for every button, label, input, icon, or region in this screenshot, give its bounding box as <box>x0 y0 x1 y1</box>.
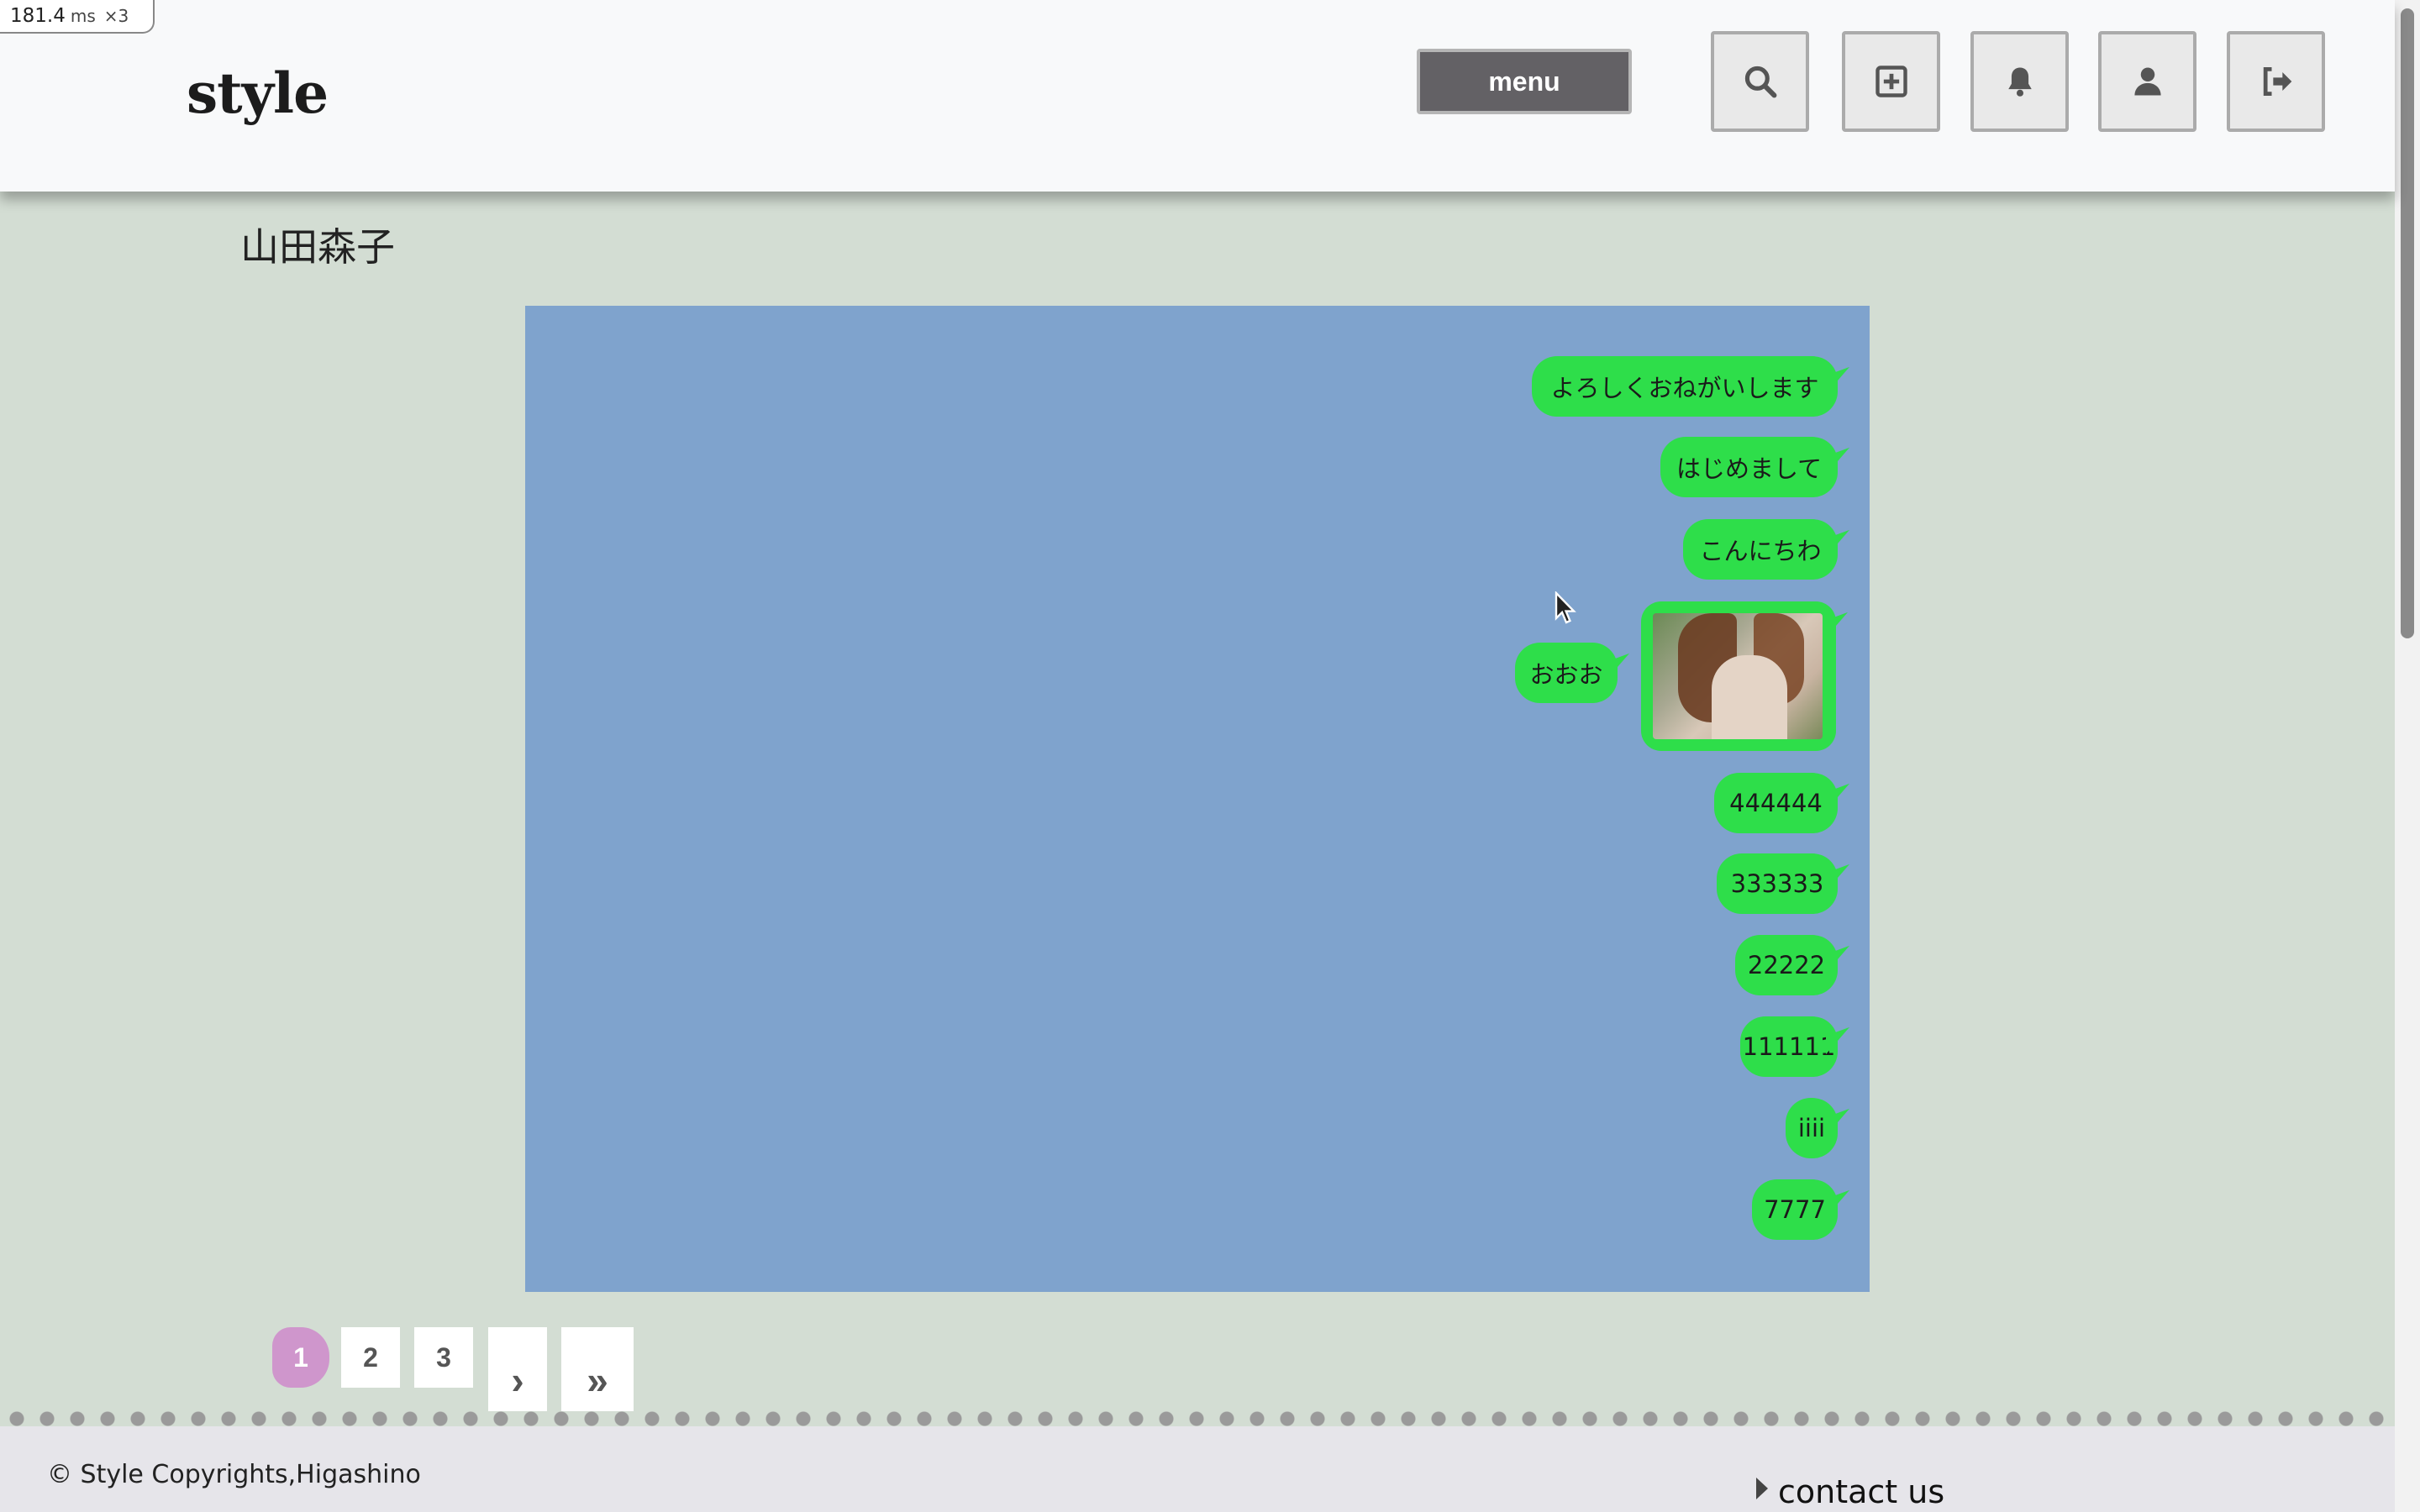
contact-label: contact us <box>1778 1473 1945 1510</box>
chat-message: iiii <box>1786 1098 1838 1158</box>
caret-right-icon <box>1756 1478 1768 1499</box>
chat-message: はじめまして <box>1660 437 1838 497</box>
chat-message: 111111 <box>1740 1016 1838 1077</box>
chat-image-message[interactable] <box>1641 601 1836 751</box>
user-icon <box>2133 67 2161 96</box>
search-icon <box>1744 66 1776 98</box>
next-page-button[interactable]: › <box>488 1327 547 1411</box>
chat-message: おおお <box>1515 643 1618 703</box>
contact-link[interactable]: contact us <box>1756 1473 1944 1510</box>
perf-unit: ms <box>70 6 96 26</box>
perf-multiplier: ×3 <box>103 6 129 26</box>
mouse-cursor-icon <box>1555 591 1576 624</box>
search-button[interactable] <box>1711 31 1809 132</box>
page-1-button[interactable]: 1 <box>272 1327 329 1388</box>
copyright-text: © Style Copyrights,Higashino <box>47 1460 421 1489</box>
chat-message: 7777 <box>1752 1179 1838 1240</box>
add-post-icon <box>1875 66 1907 97</box>
page-2-button[interactable]: 2 <box>341 1327 400 1388</box>
chat-photo <box>1653 613 1823 739</box>
notifications-button[interactable] <box>1970 31 2069 132</box>
bell-icon <box>2007 67 2032 97</box>
profile-button[interactable] <box>2098 31 2196 132</box>
chat-message: こんにちわ <box>1683 519 1838 580</box>
perf-value: 181.4 <box>10 5 66 27</box>
perf-badge: 181.4 ms ×3 <box>0 0 155 34</box>
menu-button[interactable]: menu <box>1417 49 1632 114</box>
chat-panel: よろしくおねがいします はじめまして こんにちわ おおお 444444 3333… <box>525 306 1870 1292</box>
last-page-button[interactable]: » <box>561 1327 634 1411</box>
add-post-button[interactable] <box>1842 31 1940 132</box>
page-title: 山田森子 <box>240 224 395 270</box>
logout-button[interactable] <box>2227 31 2325 132</box>
logout-icon <box>2263 66 2291 97</box>
site-logo[interactable]: style <box>187 60 329 126</box>
scrollbar-thumb[interactable] <box>2401 8 2414 638</box>
chat-message: 333333 <box>1717 853 1838 914</box>
chat-message: よろしくおねがいします <box>1532 356 1838 417</box>
chat-message: 444444 <box>1714 773 1838 833</box>
chat-message: 22222 <box>1735 935 1838 995</box>
page-3-button[interactable]: 3 <box>414 1327 473 1388</box>
footer-divider <box>0 1411 2420 1426</box>
site-header: style menu <box>0 0 2395 192</box>
